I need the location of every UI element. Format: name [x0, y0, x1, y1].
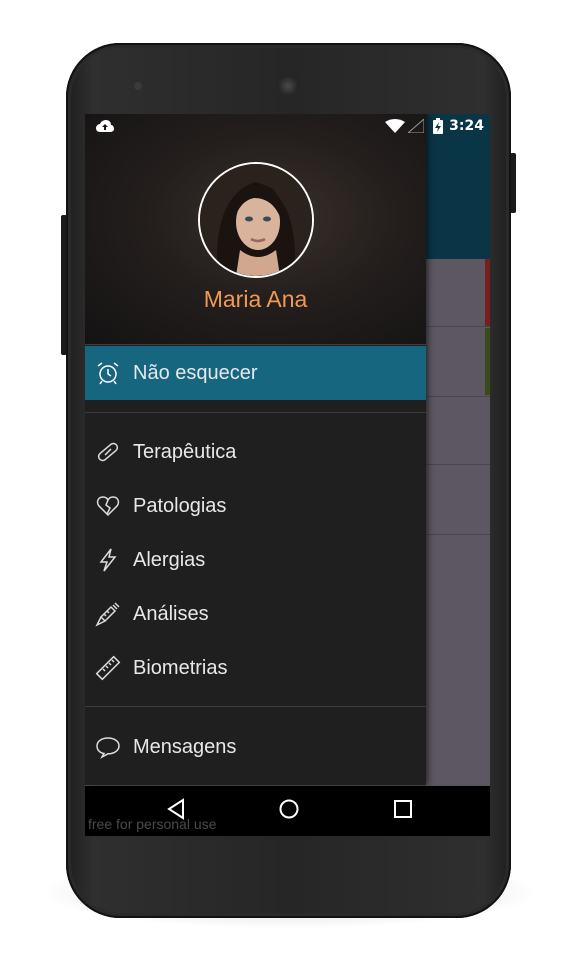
menu-item-biometrias[interactable]: Biometrias — [85, 641, 426, 695]
speech-bubble-icon — [95, 734, 121, 760]
menu-item-label: Alergias — [133, 548, 206, 571]
background-accent-red — [485, 259, 490, 326]
battery-charging-icon — [433, 118, 443, 138]
pill-icon — [95, 439, 121, 465]
background-divider — [426, 326, 490, 327]
menu-item-label: Terapêutica — [133, 440, 237, 463]
broken-heart-icon — [95, 493, 121, 519]
drawer-header: Maria Ana — [85, 114, 426, 345]
background-divider — [426, 396, 490, 397]
avatar[interactable] — [198, 162, 314, 278]
status-time: 3:24 — [449, 118, 484, 134]
recents-icon[interactable] — [392, 797, 414, 825]
wifi-icon — [385, 119, 405, 137]
menu-item-label: Análises — [133, 602, 209, 625]
menu-item-label: Biometrias — [133, 656, 228, 679]
earpiece-speaker — [277, 75, 299, 97]
proximity-sensor — [134, 82, 142, 90]
background-accent-green — [485, 328, 490, 395]
ruler-icon — [95, 655, 121, 681]
menu-item-label: Patologias — [133, 494, 227, 517]
navigation-drawer: Maria Ana Não esquecer Terapêutica Patol… — [85, 114, 426, 785]
menu-item-label: Não esquecer — [133, 361, 258, 384]
screen: Maria Ana Não esquecer Terapêutica Patol… — [85, 114, 490, 836]
menu-item-patologias[interactable]: Patologias — [85, 479, 426, 533]
profile-name[interactable]: Maria Ana — [85, 286, 426, 313]
menu-item-label: Mensagens — [133, 735, 237, 758]
background-divider — [426, 464, 490, 465]
lightning-icon — [95, 547, 121, 573]
menu-divider — [85, 412, 426, 413]
syringe-icon — [95, 601, 121, 627]
menu-item-nao-esquecer[interactable]: Não esquecer — [85, 346, 426, 400]
menu-divider — [85, 706, 426, 707]
menu-item-terapeutica[interactable]: Terapêutica — [85, 425, 426, 479]
watermark: free for personal use — [88, 816, 217, 832]
home-icon[interactable] — [278, 797, 300, 825]
status-bar: 3:24 — [85, 114, 490, 138]
menu-item-mensagens[interactable]: Mensagens — [85, 720, 426, 774]
alarm-clock-icon — [95, 360, 121, 386]
cloud-upload-icon — [95, 119, 115, 137]
signal-icon — [406, 117, 425, 137]
menu-item-alergias[interactable]: Alergias — [85, 533, 426, 587]
background-divider — [426, 534, 490, 535]
avatar-photo — [200, 164, 312, 276]
menu-item-analises[interactable]: Análises — [85, 587, 426, 641]
